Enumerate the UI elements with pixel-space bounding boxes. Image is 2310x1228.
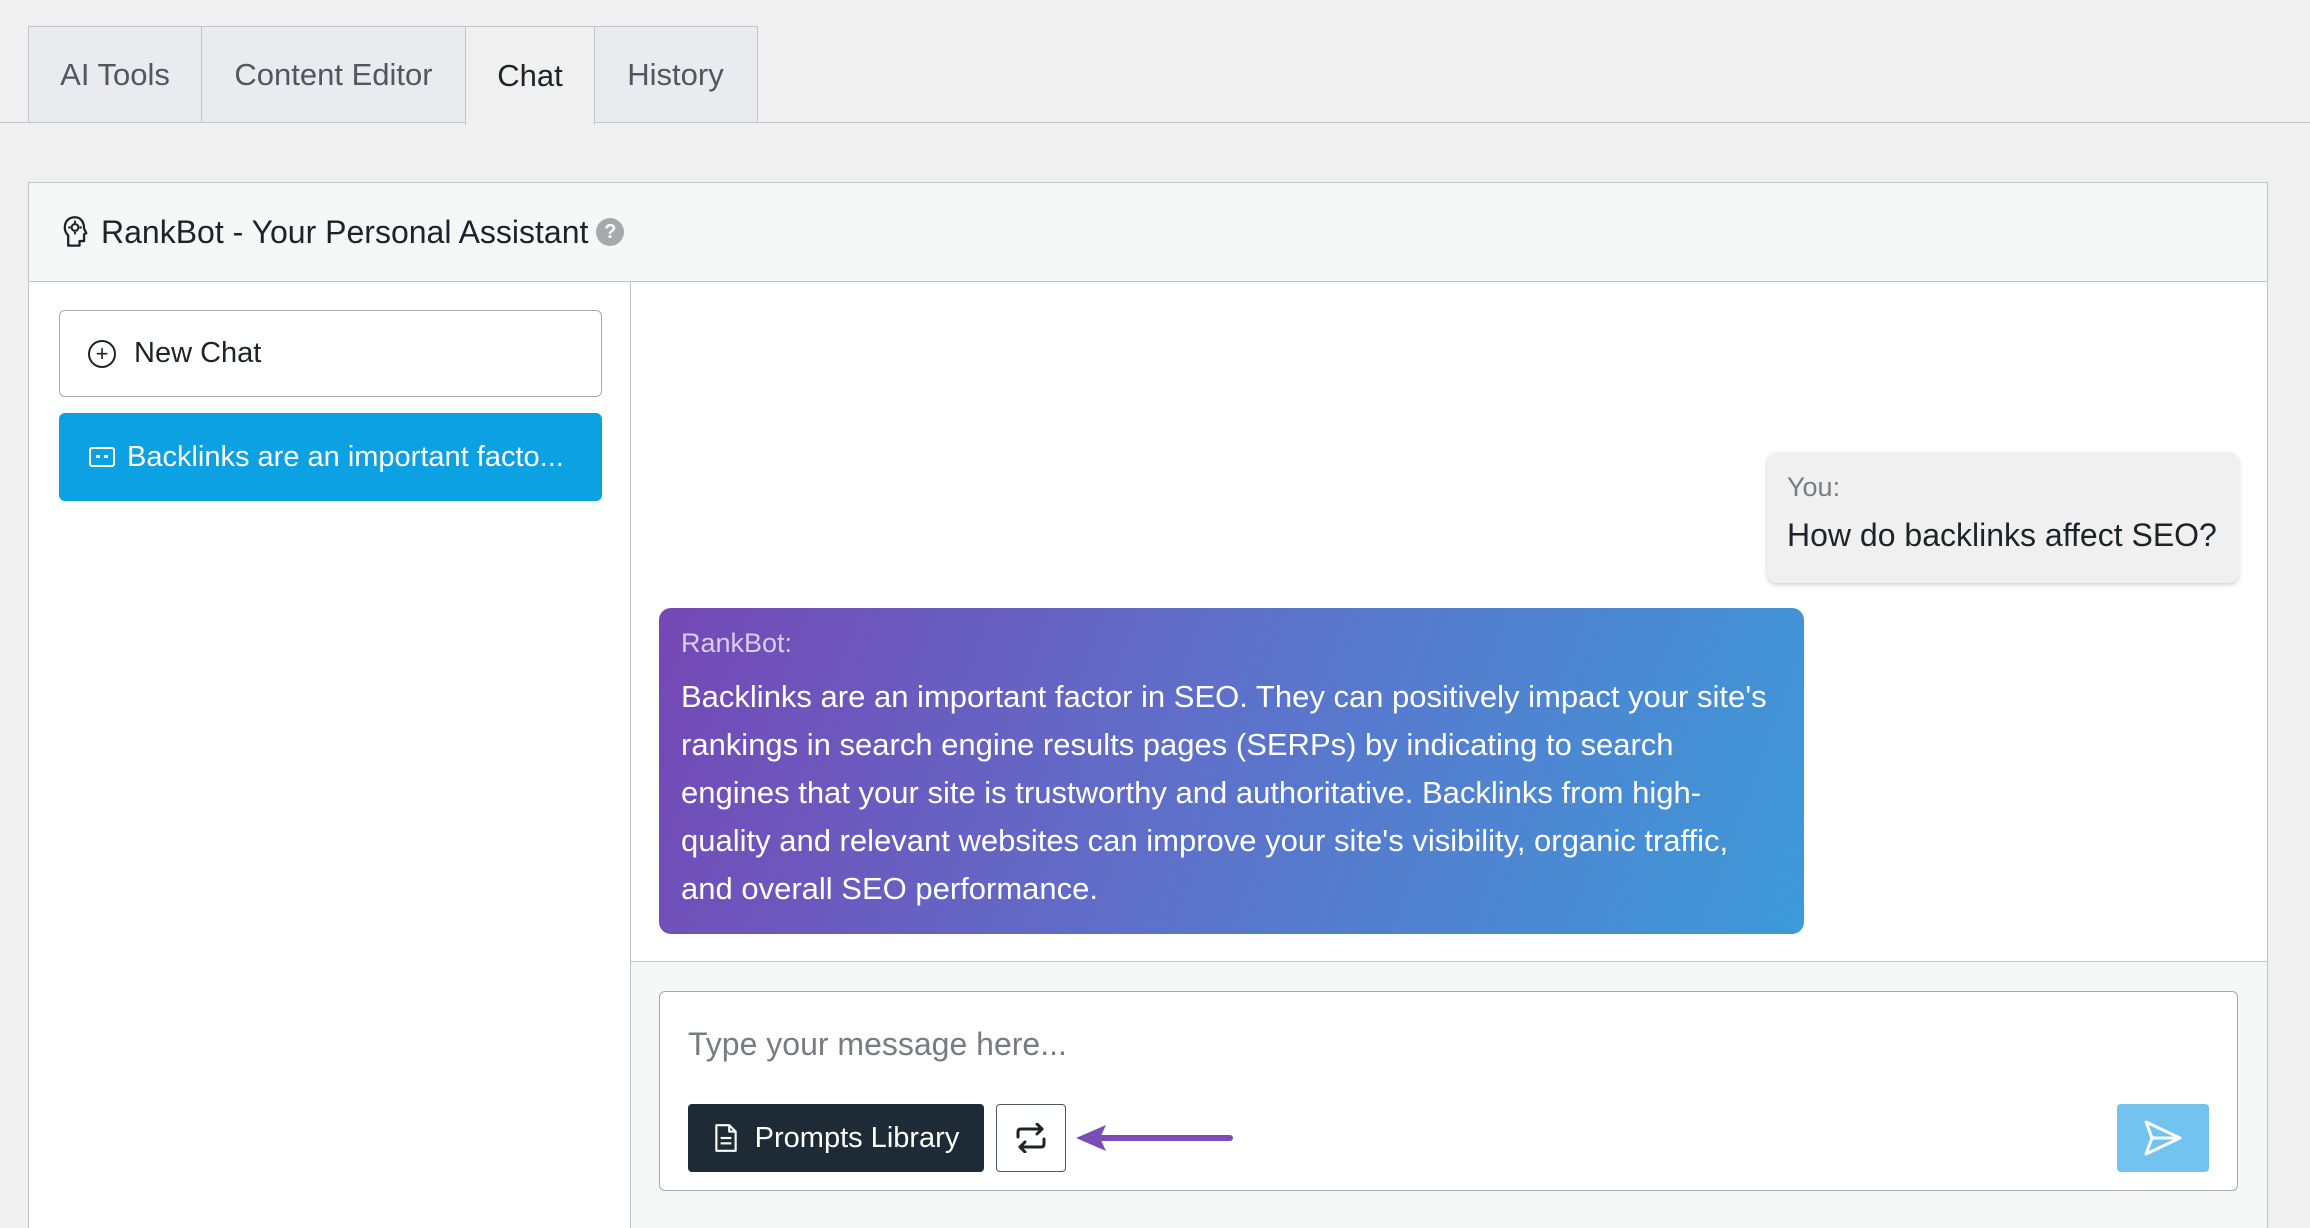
send-button[interactable] (2117, 1104, 2209, 1172)
panel-title: RankBot - Your Personal Assistant (101, 213, 589, 250)
message-input[interactable] (688, 1022, 2088, 1066)
tab-ai-tools[interactable]: AI Tools (28, 26, 202, 123)
chat-panel: RankBot - Your Personal Assistant ? + Ne… (28, 182, 2268, 1228)
user-message-label: You: (1787, 472, 1841, 502)
chat-history-label: Backlinks are an important facto... (127, 440, 564, 473)
regenerate-button[interactable] (996, 1104, 1066, 1172)
annotation-arrow-icon (1076, 1125, 1233, 1151)
tab-chat[interactable]: Chat (465, 26, 595, 125)
new-chat-button[interactable]: + New Chat (59, 310, 602, 397)
repeat-icon (1016, 1123, 1046, 1153)
tab-bar: AI Tools Content Editor Chat History (28, 26, 758, 125)
document-icon (714, 1124, 737, 1152)
message-icon (89, 447, 115, 467)
panel-body: + New Chat Backlinks are an important fa… (29, 282, 2267, 1228)
message-composer: Prompts Library (659, 991, 2238, 1191)
panel-header: RankBot - Your Personal Assistant ? (29, 183, 2267, 282)
tab-history[interactable]: History (593, 26, 758, 123)
robot-head-icon (63, 216, 88, 247)
prompts-library-button[interactable]: Prompts Library (688, 1104, 984, 1172)
user-message-text: How do backlinks affect SEO? (1787, 517, 2217, 553)
help-icon[interactable]: ? (596, 218, 625, 246)
new-chat-label: New Chat (134, 337, 262, 369)
prompts-library-label: Prompts Library (754, 1121, 960, 1154)
tab-content-editor[interactable]: Content Editor (200, 26, 467, 123)
message-list: You: How do backlinks affect SEO? RankBo… (631, 282, 2267, 961)
bot-message: RankBot: Backlinks are an important fact… (659, 608, 1804, 934)
tab-divider (0, 122, 2310, 123)
chat-sidebar: + New Chat Backlinks are an important fa… (29, 282, 631, 1228)
user-message: You: How do backlinks affect SEO? (1767, 452, 2239, 583)
send-icon (2144, 1120, 2182, 1156)
bot-message-text: Backlinks are an important factor in SEO… (681, 679, 1767, 906)
composer-area: Prompts Library (631, 961, 2267, 1228)
chat-history-item[interactable]: Backlinks are an important facto... (59, 413, 602, 501)
chat-area: You: How do backlinks affect SEO? RankBo… (631, 282, 2267, 1228)
bot-message-label: RankBot: (681, 628, 793, 658)
plus-circle-icon: + (88, 339, 116, 368)
